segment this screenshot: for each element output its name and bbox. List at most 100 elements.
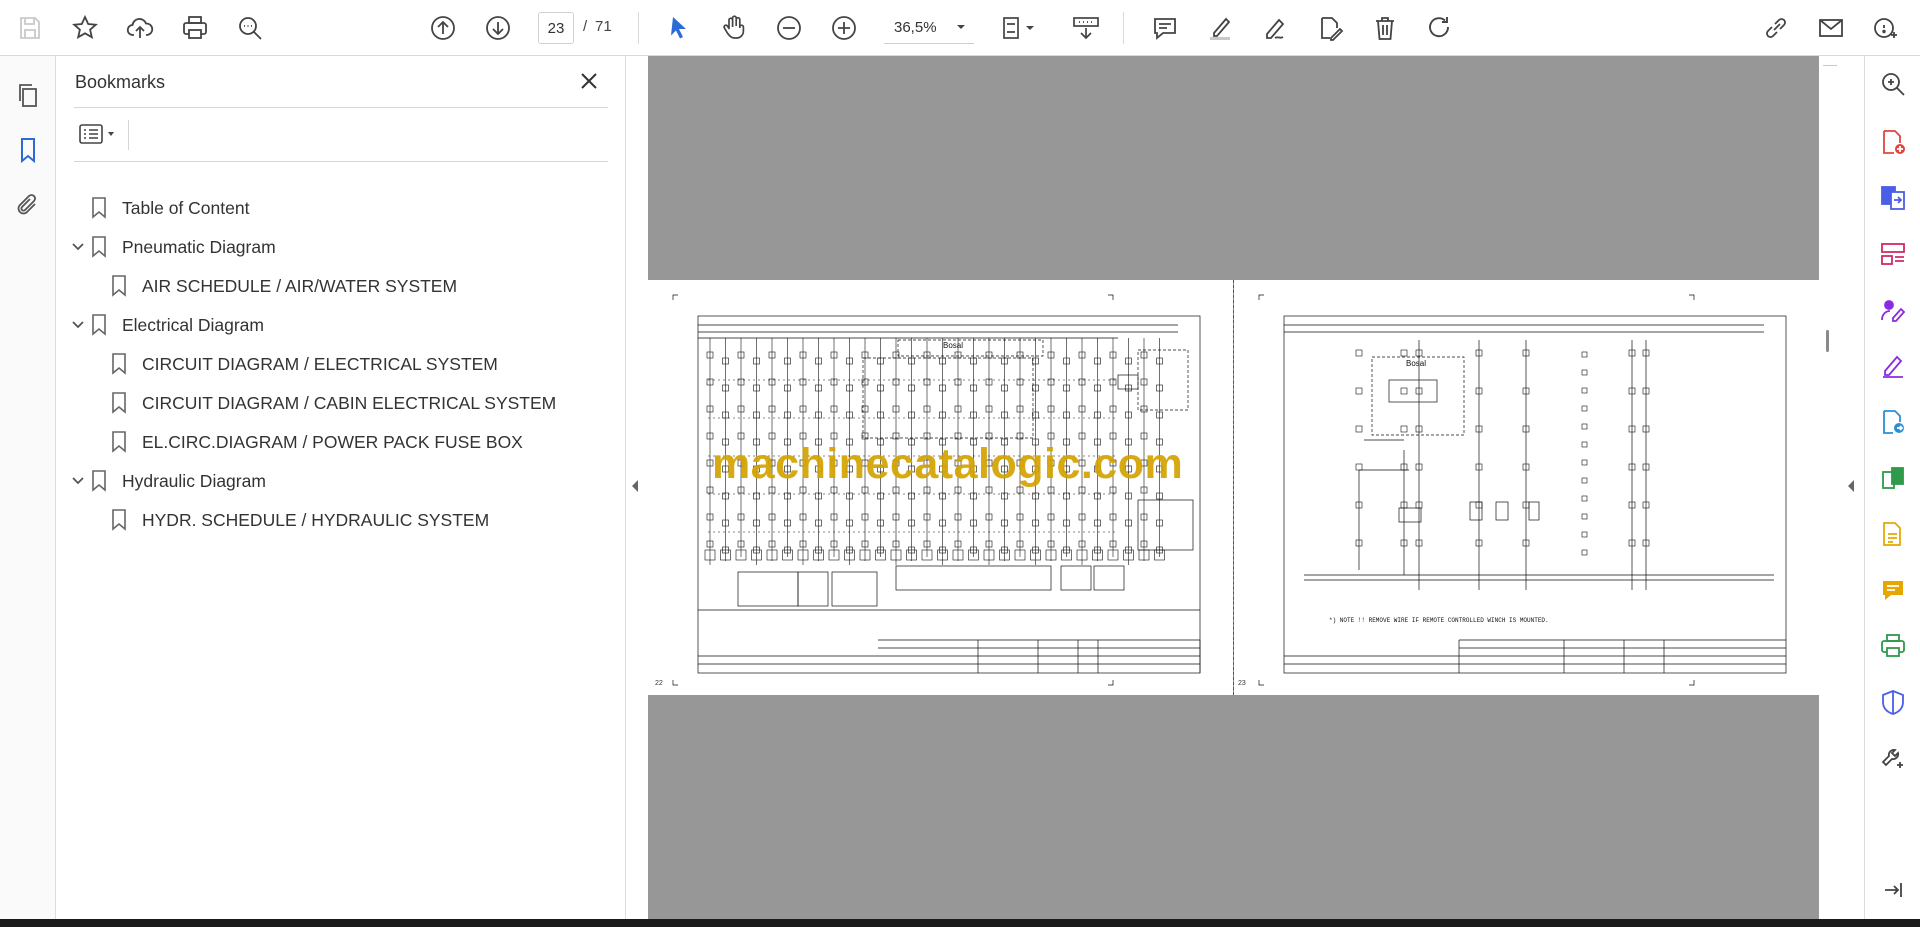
bookmarks-title: Bookmarks — [75, 72, 166, 92]
bookmark-icon — [88, 235, 110, 259]
email-icon[interactable] — [1812, 9, 1850, 47]
edit-pdf-icon[interactable] — [1311, 9, 1349, 47]
collapse-right-panel-icon[interactable] — [1845, 478, 1857, 499]
main-toolbar: / 71 36,5% — [0, 0, 1920, 56]
combine-files-icon[interactable] — [1875, 180, 1911, 216]
bookmark-item[interactable]: Pneumatic Diagram — [68, 232, 276, 262]
export-pdf-icon[interactable] — [1875, 404, 1911, 440]
bookmark-label: Hydraulic Diagram — [122, 470, 266, 491]
bookmark-icon — [108, 391, 130, 415]
star-icon[interactable] — [66, 9, 104, 47]
compare-files-icon[interactable] — [1875, 460, 1911, 496]
bookmark-item[interactable]: CIRCUIT DIAGRAM / CABIN ELECTRICAL SYSTE… — [88, 388, 556, 418]
bookmark-options-button[interactable] — [75, 119, 121, 149]
collapse-left-panel-icon[interactable] — [629, 478, 641, 499]
diagram-note: *) NOTE !! REMOVE WIRE IF REMOTE CONTROL… — [1329, 617, 1549, 624]
page-number-label: 23 — [1238, 680, 1246, 687]
chevron-down-icon[interactable] — [68, 237, 88, 257]
bookmark-label: AIR SCHEDULE / AIR/WATER SYSTEM — [142, 275, 458, 296]
account-add-icon[interactable] — [1867, 9, 1905, 47]
next-page-icon[interactable] — [479, 9, 517, 47]
bookmarks-panel-icon[interactable] — [9, 131, 47, 169]
bookmark-item[interactable]: EL.CIRC.DIAGRAM / POWER PACK FUSE BOX — [88, 427, 523, 457]
diagram-box-label: Bosal — [943, 341, 963, 350]
fill-and-sign-icon[interactable] — [1875, 348, 1911, 384]
request-signatures-icon[interactable] — [1875, 292, 1911, 328]
bookmark-item[interactable]: AIR SCHEDULE / AIR/WATER SYSTEM — [88, 271, 457, 301]
taskbar-strip — [0, 919, 1920, 927]
bookmark-icon — [108, 430, 130, 454]
bookmark-indent — [88, 510, 108, 530]
zoom-out-icon[interactable] — [770, 9, 808, 47]
organize-pages-icon[interactable] — [1875, 236, 1911, 272]
panel-divider — [74, 161, 608, 162]
list-options-icon — [79, 124, 114, 144]
toolbar-divider — [1123, 12, 1124, 44]
print-icon[interactable] — [176, 9, 214, 47]
page-number-label: 22 — [655, 680, 663, 687]
bookmark-icon — [108, 508, 130, 532]
zoom-tool-icon[interactable] — [1875, 66, 1911, 102]
bookmark-label: CIRCUIT DIAGRAM / ELECTRICAL SYSTEM — [142, 353, 498, 374]
vertical-scrollbar-thumb[interactable] — [1826, 330, 1829, 352]
select-cursor-icon[interactable] — [660, 9, 698, 47]
bookmark-icon — [88, 196, 110, 220]
bookmark-icon — [108, 274, 130, 298]
bookmark-icon — [108, 352, 130, 376]
bookmark-item[interactable]: HYDR. SCHEDULE / HYDRAULIC SYSTEM — [88, 505, 489, 535]
comment-icon[interactable] — [1146, 9, 1184, 47]
scroll-mode-icon[interactable] — [1065, 9, 1107, 47]
bookmark-item[interactable]: CIRCUIT DIAGRAM / ELECTRICAL SYSTEM — [88, 349, 498, 379]
pdf-page-right[interactable]: Bosal *) NOTE !! REMOVE WIRE IF REMOTE C… — [1234, 280, 1819, 695]
page-total: 71 — [595, 18, 612, 35]
chevron-down-icon[interactable] — [68, 315, 88, 335]
bookmark-indent — [88, 432, 108, 452]
search-text-icon[interactable] — [231, 9, 269, 47]
bookmark-item[interactable]: Table of Content — [68, 193, 249, 223]
highlight-icon[interactable] — [1201, 9, 1239, 47]
share-link-icon[interactable] — [1757, 9, 1795, 47]
page-separator: / — [583, 18, 588, 35]
delete-icon[interactable] — [1366, 9, 1404, 47]
save-icon[interactable] — [11, 9, 49, 47]
protect-icon[interactable] — [1875, 684, 1911, 720]
previous-page-icon[interactable] — [424, 9, 462, 47]
bookmark-label: CIRCUIT DIAGRAM / CABIN ELECTRICAL SYSTE… — [142, 392, 557, 413]
bookmark-indent — [88, 393, 108, 413]
more-tools-icon[interactable] — [1875, 740, 1911, 776]
add-comment-icon[interactable] — [1875, 572, 1911, 608]
bookmark-label: Table of Content — [122, 197, 250, 218]
panel-divider — [128, 120, 129, 150]
bookmark-label: Pneumatic Diagram — [122, 236, 276, 257]
bookmark-item[interactable]: Electrical Diagram — [68, 310, 264, 340]
bookmark-label: HYDR. SCHEDULE / HYDRAULIC SYSTEM — [142, 509, 490, 530]
bookmark-indent — [88, 276, 108, 296]
bookmark-label: EL.CIRC.DIAGRAM / POWER PACK FUSE BOX — [142, 431, 523, 452]
close-icon[interactable] — [574, 66, 604, 96]
draw-signature-icon[interactable] — [1256, 9, 1294, 47]
watermark-text: machinecatalogic.com — [712, 440, 1184, 488]
scan-ocr-icon[interactable] — [1875, 516, 1911, 552]
print-production-icon[interactable] — [1875, 628, 1911, 664]
bookmark-label: Electrical Diagram — [122, 314, 264, 335]
bookmark-item[interactable]: Hydraulic Diagram — [68, 466, 266, 496]
page-thumbnails-icon[interactable] — [9, 76, 47, 114]
zoom-level-dropdown[interactable]: 36,5% — [884, 12, 974, 44]
panel-divider — [74, 107, 608, 108]
create-pdf-icon[interactable] — [1875, 124, 1911, 160]
chevron-down-icon[interactable] — [68, 471, 88, 491]
bookmarks-panel: Bookmarks Table of Content Pneumatic Diag… — [56, 56, 626, 919]
page-number-input[interactable] — [538, 12, 574, 44]
zoom-in-icon[interactable] — [825, 9, 863, 47]
left-navigation-rail — [0, 56, 56, 919]
bookmark-icon — [88, 469, 110, 493]
attachments-icon[interactable] — [9, 186, 47, 224]
fit-page-icon[interactable] — [995, 9, 1043, 47]
cloud-upload-icon[interactable] — [121, 9, 159, 47]
redo-icon[interactable] — [1421, 9, 1459, 47]
hand-tool-icon[interactable] — [715, 9, 753, 47]
scrollbar-arrow[interactable] — [1823, 56, 1837, 66]
expand-panel-icon[interactable] — [1875, 872, 1911, 908]
tools-rail — [1864, 56, 1920, 919]
zoom-value: 36,5% — [894, 19, 937, 36]
